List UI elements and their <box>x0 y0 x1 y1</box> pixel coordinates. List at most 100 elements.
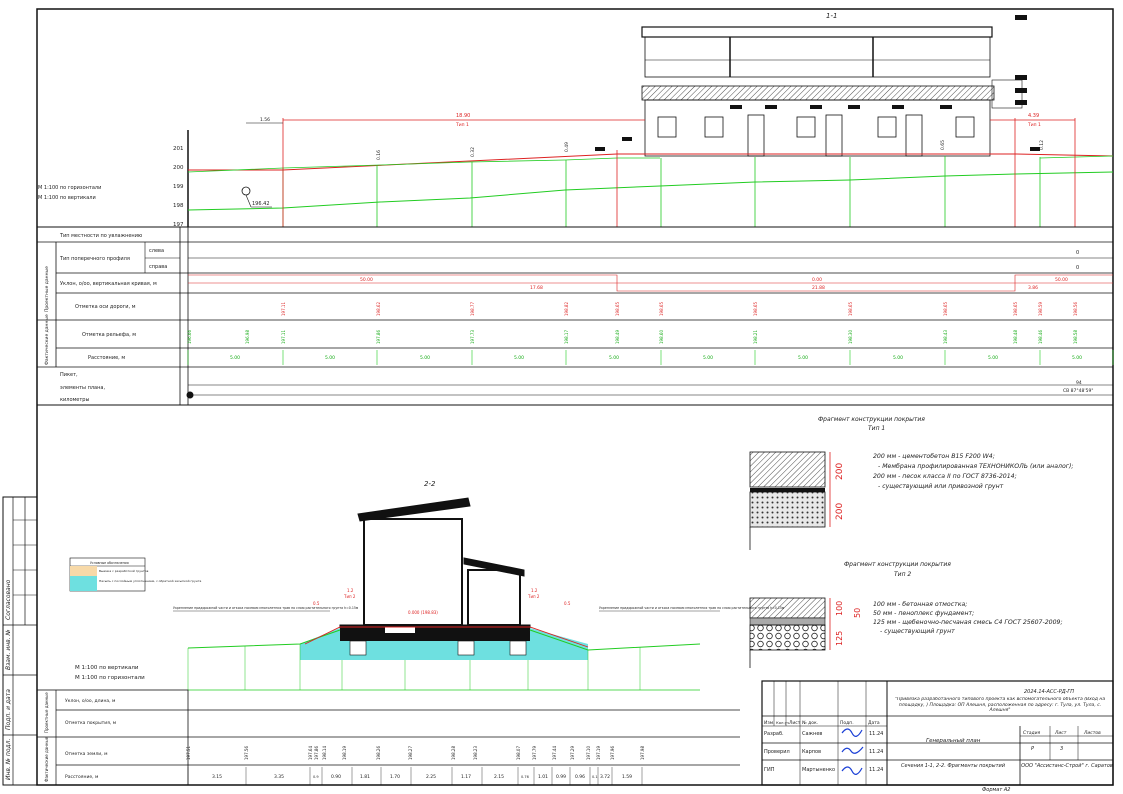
svg-text:197.11: 197.11 <box>281 302 286 316</box>
svg-text:Тип 2: Тип 2 <box>527 594 540 599</box>
svg-text:Отметка покрытия, м: Отметка покрытия, м <box>65 720 116 726</box>
svg-text:198.65: 198.65 <box>848 302 853 316</box>
svg-text:1.81: 1.81 <box>360 774 370 780</box>
svg-text:Уклон, о/оо, длина, м: Уклон, о/оо, длина, м <box>65 698 115 704</box>
svg-text:197.11: 197.11 <box>281 330 286 344</box>
slope-dim-1-tip: Тип 1 <box>455 122 469 128</box>
svg-text:0.00: 0.00 <box>812 277 822 283</box>
svg-text:197.79: 197.79 <box>532 746 537 760</box>
svg-text:17.68: 17.68 <box>530 285 543 291</box>
svg-text:ГИП: ГИП <box>764 767 775 773</box>
svg-text:справа: справа <box>149 264 167 270</box>
svg-text:199: 199 <box>173 184 184 190</box>
svg-text:197.86: 197.86 <box>376 330 381 344</box>
side-stamp-agreed: Согласовано <box>5 579 12 620</box>
svg-text:- существующий или привозной г: - существующий или привозной грунт <box>878 483 1004 490</box>
svg-text:94: 94 <box>1076 380 1082 386</box>
svg-text:Уклон, о/оо, вертикальная крив: Уклон, о/оо, вертикальная кривая, м <box>60 281 157 287</box>
building-elevation <box>641 26 1023 157</box>
svg-text:0.49: 0.49 <box>564 142 570 152</box>
svg-text:Отметка рельефа, м: Отметка рельефа, м <box>82 332 136 338</box>
svg-text:11.24: 11.24 <box>869 731 883 737</box>
svg-text:5.00: 5.00 <box>703 355 713 361</box>
svg-text:Тип поперечного профиля: Тип поперечного профиля <box>59 256 130 262</box>
svg-text:Р: Р <box>1031 746 1034 752</box>
profile-table-values: 0 0 50.00 17.68 0.00 21.88 50.00 3.86 94… <box>186 250 1113 399</box>
svg-text:Укрепление придорожной части и: Укрепление придорожной части и откоса по… <box>173 606 359 610</box>
svg-text:197.44: 197.44 <box>552 746 557 760</box>
svg-text:200: 200 <box>835 463 845 480</box>
section-1-title: 1-1 <box>826 12 837 20</box>
svg-text:Насыпь с послойным уплотнением: Насыпь с послойным уплотнением, с обратн… <box>99 579 201 583</box>
elevation-marks <box>595 15 1040 151</box>
svg-text:197.29: 197.29 <box>570 746 575 760</box>
slope-dim-2-tip: Тип 1 <box>1027 122 1041 128</box>
svg-text:197.96: 197.96 <box>610 746 615 760</box>
profile-table-labels: Тип местности по увлажнению Тип поперечн… <box>44 233 167 403</box>
svg-text:200: 200 <box>173 165 184 171</box>
dim-lines: 1.56 18.90 Тип 1 4.39 Тип 1 <box>246 113 1075 128</box>
svg-text:196.98: 196.98 <box>245 330 250 344</box>
svg-text:1.59: 1.59 <box>622 774 632 780</box>
title-block-headers: Изм. Кол.уч Лист № док. Подп. Дата <box>764 720 880 726</box>
section-2-scale-v: М 1:100 по вертикали <box>75 665 139 671</box>
svg-text:198.46: 198.46 <box>1038 330 1043 344</box>
title-block-people: Разраб. Сажнев 11.24 Проверил Карпов 11.… <box>764 731 883 773</box>
svg-text:Генеральный план: Генеральный план <box>926 738 981 744</box>
svg-text:200: 200 <box>835 503 845 520</box>
section-2-distances: 3.15 3.35 0.9 0.90 1.81 1.70 2.25 1.17 2… <box>212 774 632 780</box>
svg-text:километры: километры <box>60 397 89 403</box>
fragment-1-text: 200 мм - цементобетон B15 F200 W4; - Мем… <box>873 452 1073 490</box>
profile-lines <box>187 153 1114 211</box>
svg-text:197.86: 197.86 <box>314 746 319 760</box>
svg-text:11.24: 11.24 <box>869 767 883 773</box>
svg-text:5.00: 5.00 <box>1072 355 1082 361</box>
svg-text:0.96: 0.96 <box>575 774 585 780</box>
svg-text:0.76: 0.76 <box>521 775 529 779</box>
svg-text:Фактические данные: Фактические данные <box>44 736 49 782</box>
distance-values: 5.00 5.00 5.00 5.00 5.00 5.00 5.00 5.00 … <box>230 355 1082 361</box>
legend-box: Условные обозначения Выемка с разработко… <box>69 557 201 592</box>
svg-text:198.58: 198.58 <box>1073 330 1078 344</box>
sheet-format: Формат А2 <box>982 787 1010 793</box>
svg-text:0: 0 <box>1076 265 1079 271</box>
drawing-sheet: Инв. № подл. Подп. и дата Взам. инв. № С… <box>2 8 1114 793</box>
survey-point <box>241 186 251 196</box>
profile-table <box>36 226 1114 406</box>
svg-text:Пикет,: Пикет, <box>60 372 78 378</box>
svg-text:2024.14-АСС-РД-ГП: 2024.14-АСС-РД-ГП <box>1024 689 1074 695</box>
svg-text:0.16: 0.16 <box>376 150 382 160</box>
side-stamp-replace: Взам. инв. № <box>5 629 12 670</box>
svg-text:197.98: 197.98 <box>640 746 645 760</box>
svg-text:0.5: 0.5 <box>313 601 320 606</box>
fragment-2-tip: Тип 2 <box>894 571 911 578</box>
svg-text:21.88: 21.88 <box>812 285 825 291</box>
svg-text:198.23: 198.23 <box>473 746 478 760</box>
svg-text:198.65: 198.65 <box>659 302 664 316</box>
svg-text:198.65: 198.65 <box>753 302 758 316</box>
elev-ticks: 201 200 199 198 197 <box>173 146 184 228</box>
svg-text:Расстояние, м: Расстояние, м <box>65 774 98 780</box>
svg-text:198.62: 198.62 <box>376 302 381 316</box>
svg-text:5.00: 5.00 <box>988 355 998 361</box>
svg-text:Подп.: Подп. <box>840 720 854 726</box>
sheet-title: Сечения 1-1, 2-2. Фрагменты покрытий <box>900 763 1006 769</box>
svg-text:198.21: 198.21 <box>753 330 758 344</box>
side-stamp-inv: Инв. № подл. <box>5 739 12 780</box>
section-2-ground-marks: 197.51 197.56 197.64 197.86 198.14 198.1… <box>186 746 645 760</box>
svg-text:0.99: 0.99 <box>556 774 566 780</box>
svg-text:198.30: 198.30 <box>848 330 853 344</box>
project-name: "Привязка разработанного типового проект… <box>894 697 1106 714</box>
svg-text:5.00: 5.00 <box>798 355 808 361</box>
svg-text:198.82: 198.82 <box>564 302 569 316</box>
svg-text:198.19: 198.19 <box>342 746 347 760</box>
svg-text:196.66: 196.66 <box>187 330 192 344</box>
svg-text:11.24: 11.24 <box>869 749 883 755</box>
svg-text:5.00: 5.00 <box>609 355 619 361</box>
svg-text:125: 125 <box>835 631 844 646</box>
svg-text:198.27: 198.27 <box>408 746 413 760</box>
svg-text:198.59: 198.59 <box>1038 302 1043 316</box>
svg-text:Карпов: Карпов <box>802 749 821 755</box>
svg-text:5.00: 5.00 <box>893 355 903 361</box>
svg-text:№ док.: № док. <box>802 720 818 726</box>
